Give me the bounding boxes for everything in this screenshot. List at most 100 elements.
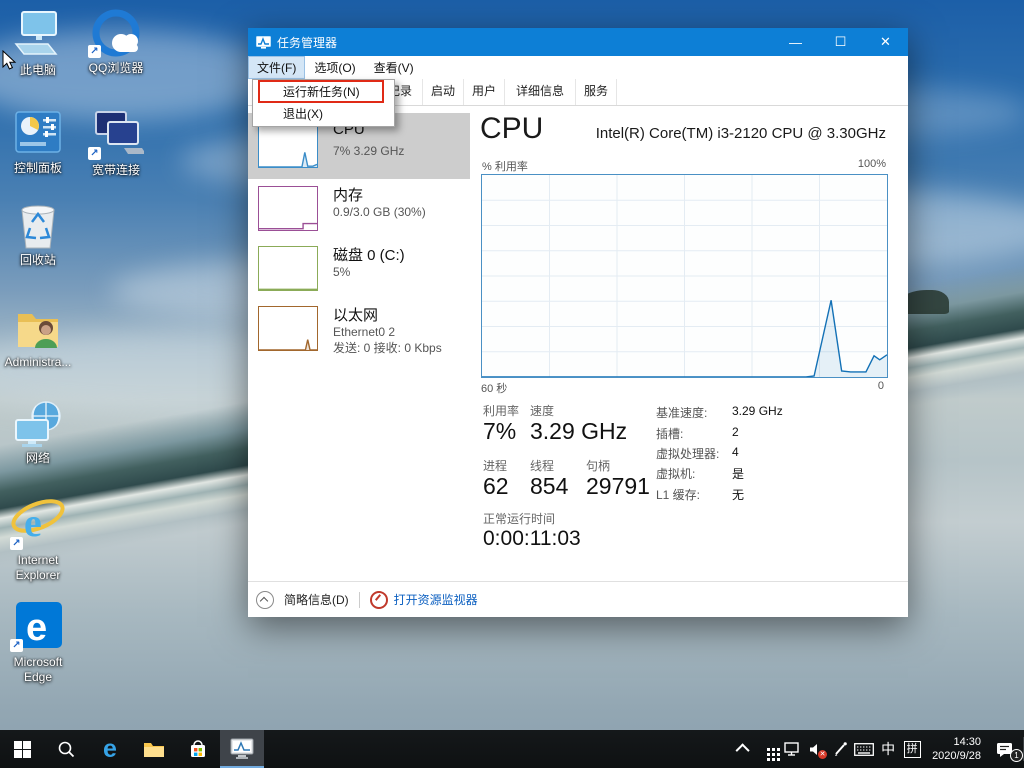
sidebar-item-disk[interactable]: 磁盘 0 (C:) 5% [248,240,470,300]
icon-label: 网络 [0,451,78,466]
search-icon [57,740,75,758]
ethernet-sparkline [259,307,317,350]
sidebar-sub: 0.9/3.0 GB (30%) [333,204,426,220]
tab-startup[interactable]: 启动 [423,79,464,105]
stat-utilization: 7% [483,418,516,445]
tray-pen-icon[interactable] [828,730,852,768]
shortcut-arrow-icon: ↗ [10,639,23,652]
desktop-icon-network[interactable]: 网络 [0,398,78,466]
desktop-icon-qq-browser[interactable]: ↗ QQ浏览器 [76,8,156,76]
ime-pinyin-badge: 拼 [904,741,921,758]
tray-grid-icon[interactable] [756,730,780,768]
svg-text:e: e [26,607,47,649]
menu-file[interactable]: 文件(F) [248,56,305,79]
divider [359,592,360,608]
open-resource-monitor-link[interactable]: 打开资源监视器 [370,591,478,609]
ime-chinese-label: 中 [881,739,895,759]
sidebar-sub2: 发送: 0 接收: 0 Kbps [333,340,442,356]
tray-ime-mode[interactable]: 中 [876,730,900,768]
uptime-label: 正常运行时间 [483,510,555,527]
y-axis-max: 100% [858,158,886,170]
icon-label: QQ浏览器 [76,61,156,76]
taskbar-clock[interactable]: 14:30 2020/9/28 [924,735,989,763]
desktop-icon-admin-folder[interactable]: Administra... [0,302,78,370]
minimize-button[interactable]: — [773,28,818,56]
clock-date: 2020/9/28 [932,749,981,763]
tray-touch-keyboard-icon[interactable] [852,730,876,768]
taskbar-store-button[interactable] [176,730,220,768]
icon-label: 宽带连接 [76,163,156,178]
resource-monitor-label: 打开资源监视器 [394,591,478,608]
stat-threads: 854 [530,473,568,500]
close-button[interactable]: ✕ [863,28,908,56]
system-tray: ✕ 中 拼 14:30 2020/9/28 1 [732,730,1024,768]
info-label-l1-cache: L1 缓存: [656,486,700,503]
sidebar-title: 磁盘 0 (C:) [333,244,405,265]
action-center-button[interactable]: 1 [989,730,1019,768]
info-value-virtual-processors: 4 [732,445,739,459]
info-value-l1-cache: 无 [732,486,744,503]
sidebar-item-memory[interactable]: 内存 0.9/3.0 GB (30%) [248,180,470,240]
shortcut-arrow-icon: ↗ [88,147,101,160]
menu-item-run-new-task[interactable]: 运行新任务(N) [253,81,394,103]
tray-volume-muted-icon[interactable]: ✕ [804,730,828,768]
svg-text:e: e [24,500,42,545]
stat-label-threads: 线程 [530,457,554,474]
menu-options[interactable]: 选项(O) [305,56,364,79]
info-value-base-speed: 3.29 GHz [732,404,783,418]
taskbar-file-explorer-button[interactable] [132,730,176,768]
windows-logo-icon [14,741,31,758]
tray-show-hidden-icons[interactable] [732,730,756,768]
icon-label: Administra... [0,355,78,370]
tab-services[interactable]: 服务 [576,79,617,105]
sidebar-title: 内存 [333,184,363,205]
desktop-icon-internet-explorer[interactable]: e ↗ Internet Explorer [0,494,78,583]
info-value-virtual-machine: 是 [732,465,744,482]
notification-count-badge: 1 [1010,749,1023,762]
sidebar-sub: 5% [333,264,350,280]
tray-network-icon[interactable] [780,730,804,768]
tray-ime-pinyin[interactable]: 拼 [900,730,924,768]
stat-processes: 62 [483,473,509,500]
keyboard-icon [854,743,874,756]
folder-icon [143,740,165,758]
window-title: 任务管理器 [277,34,337,51]
chevron-up-circle-icon [256,591,274,609]
window-footer: 简略信息(D) 打开资源监视器 [248,581,908,617]
x-axis-left: 60 秒 [481,380,507,396]
fewer-details-button[interactable]: 简略信息(D) [248,591,349,609]
edge-icon: e [103,735,117,764]
desktop-icon-recycle-bin[interactable]: 回收站 [0,200,78,268]
menu-view[interactable]: 查看(V) [365,56,423,79]
internet-explorer-icon: e ↗ [10,494,66,550]
fewer-details-label: 简略信息(D) [284,591,349,608]
sidebar-item-ethernet[interactable]: 以太网 Ethernet0 2 发送: 0 接收: 0 Kbps [248,300,470,364]
memory-sparkline [259,187,317,230]
recycle-bin-icon [10,200,66,250]
desktop-icon-control-panel[interactable]: 控制面板 [0,108,78,176]
maximize-button[interactable]: ☐ [818,28,863,56]
task-manager-app-icon [256,36,271,49]
tab-users[interactable]: 用户 [464,79,505,105]
microsoft-edge-icon: e ↗ [10,600,66,652]
menu-item-exit[interactable]: 退出(X) [253,103,394,125]
network-monitor-icon [784,742,801,756]
cpu-model-name: Intel(R) Core(TM) i3-2120 CPU @ 3.30GHz [596,125,886,142]
taskbar-task-manager-button[interactable] [220,730,264,768]
taskbar-edge-button[interactable]: e [88,730,132,768]
desktop-icon-broadband[interactable]: ↗ 宽带连接 [76,110,156,178]
stat-speed: 3.29 GHz [530,418,627,445]
start-button[interactable] [0,730,44,768]
perf-heading: CPU [480,112,543,146]
info-value-sockets: 2 [732,425,739,439]
this-pc-icon [10,10,66,60]
shortcut-arrow-icon: ↗ [88,45,101,58]
desktop-icon-microsoft-edge[interactable]: e ↗ Microsoft Edge [0,600,78,685]
tab-details[interactable]: 详细信息 [505,79,576,105]
titlebar: 任务管理器 — ☐ ✕ [248,28,908,56]
sidebar-title: 以太网 [333,304,378,325]
search-button[interactable] [44,730,88,768]
icon-label: 控制面板 [0,161,78,176]
mute-badge: ✕ [818,750,827,759]
disk-sparkline [259,247,317,290]
